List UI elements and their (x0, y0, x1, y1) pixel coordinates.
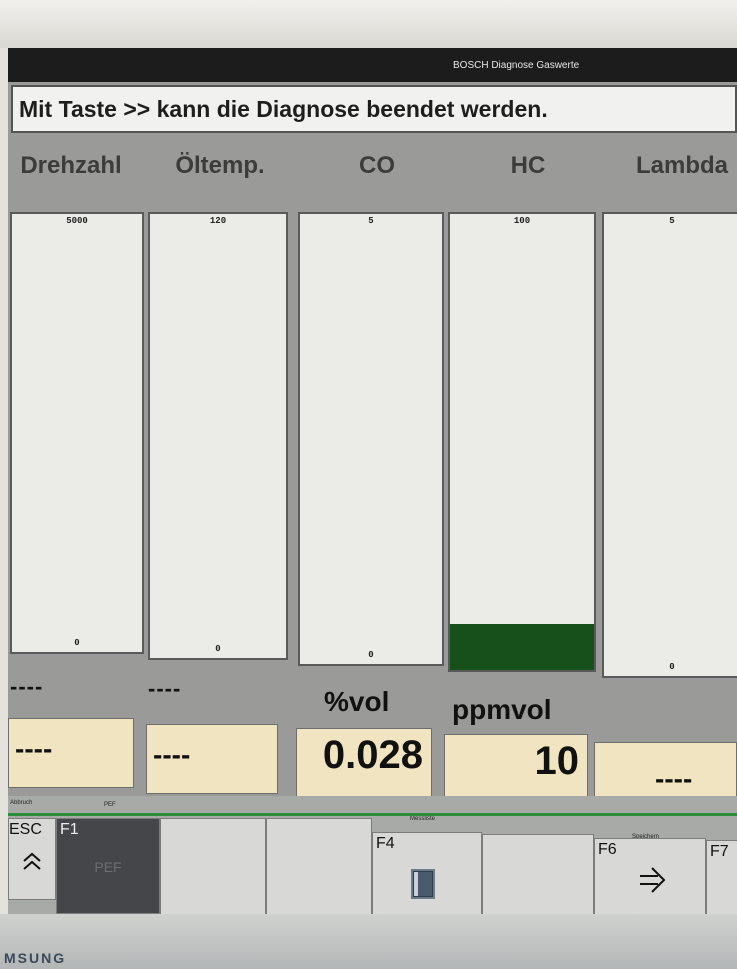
diagnosis-screen: BOSCH Diagnose Gaswerte Mit Taste >> kan… (8, 48, 737, 914)
esc-key-name: ESC (9, 821, 42, 838)
monitor-brand: MSUNG (4, 950, 67, 966)
monitor-bezel-bottom: MSUNG (0, 914, 737, 969)
f7-key-name: F7 (710, 843, 729, 860)
value-drehzahl: ---- (15, 733, 53, 764)
gauge-max-label: 120 (209, 216, 227, 226)
f5-key[interactable] (482, 834, 594, 914)
title-bar: BOSCH Diagnose Gaswerte (8, 48, 737, 82)
esc-key-label: Abbruch (10, 800, 33, 806)
message-bar: Mit Taste >> kann die Diagnose beendet w… (11, 85, 737, 133)
unit-co: %vol (324, 686, 390, 717)
header-oeltemp: Öltemp. (175, 152, 265, 179)
gauge-max-label: 100 (513, 216, 531, 226)
gauge-oeltemp: 120 0 (148, 212, 288, 660)
f4-key[interactable]: F4 (372, 832, 482, 914)
f1-key-caption: PEF (94, 859, 122, 875)
header-drehzahl: Drehzahl (20, 152, 122, 179)
save-arrow-icon (637, 865, 667, 902)
gauge-co: 5 0 (298, 212, 444, 666)
f1-key-name: F1 (60, 821, 79, 838)
unit-drehzahl: ---- (10, 674, 44, 699)
list-icon (411, 869, 435, 906)
gauge-min-label: 0 (368, 650, 374, 660)
monitor-bezel-top (0, 0, 737, 48)
gauge-drehzahl: 5000 0 (10, 212, 144, 654)
f1-key-label: PEF (104, 802, 116, 808)
f7-key[interactable]: F7 (706, 840, 737, 914)
gauge-min-label: 0 (669, 662, 675, 672)
header-co: CO (359, 152, 395, 179)
header-hc: HC (510, 152, 546, 179)
value-box-co: 0.028 (296, 728, 432, 800)
message-text: Mit Taste >> kann die Diagnose beendet w… (19, 96, 548, 122)
f6-key-name: F6 (598, 841, 617, 858)
gauge-max-label: 5000 (66, 216, 88, 226)
f4-key-label: Messliste (410, 816, 436, 822)
f2-key[interactable] (160, 818, 266, 914)
value-hc: 10 (534, 739, 580, 783)
f1-key[interactable]: F1 PEF (56, 818, 160, 914)
header-lambda: Lambda (635, 152, 728, 179)
gauge-min-label: 0 (519, 656, 525, 666)
value-oeltemp: ---- (153, 739, 191, 770)
unit-oeltemp: ---- (148, 676, 182, 701)
unit-hc: ppmvol (452, 694, 552, 725)
f6-key[interactable]: F6 (594, 838, 706, 914)
gauge-min-label: 0 (215, 644, 221, 654)
value-box-drehzahl: ---- (8, 718, 134, 788)
gauge-hc: 100 0 (448, 212, 596, 672)
gauge-max-label: 5 (368, 216, 374, 226)
window-title: BOSCH Diagnose Gaswerte (453, 60, 580, 71)
value-box-oeltemp: ---- (146, 724, 278, 794)
gauge-max-label: 5 (669, 216, 675, 226)
f4-key-name: F4 (376, 835, 395, 852)
double-chevron-up-icon (21, 849, 43, 880)
esc-key[interactable]: ESC (8, 818, 56, 900)
value-co: 0.028 (322, 733, 423, 777)
softkey-separator (8, 813, 737, 816)
gauge-lambda: 5 0 (602, 212, 737, 678)
value-lambda: ---- (655, 763, 693, 794)
f3-key[interactable] (266, 818, 372, 914)
gauge-min-label: 0 (74, 638, 80, 648)
